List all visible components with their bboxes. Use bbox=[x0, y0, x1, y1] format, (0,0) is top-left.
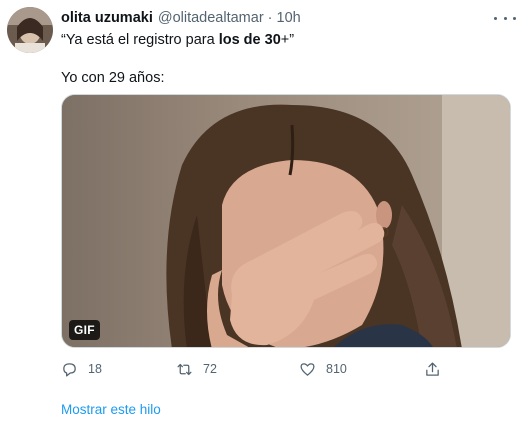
tweet-header: olita uzumaki @olitadealtamar · 10h bbox=[61, 10, 301, 28]
avatar[interactable] bbox=[7, 7, 53, 53]
tweet-card[interactable]: olita uzumaki @olitadealtamar · 10h “Ya … bbox=[0, 0, 521, 427]
author-name[interactable]: olita uzumaki bbox=[61, 10, 153, 26]
tweet-text-line2: Yo con 29 años: bbox=[61, 70, 165, 86]
tweet-timestamp[interactable]: 10h bbox=[277, 10, 301, 26]
reply-icon bbox=[63, 362, 76, 377]
gif-frame bbox=[62, 95, 510, 347]
reply-count: 18 bbox=[88, 362, 102, 376]
gif-badge: GIF bbox=[69, 320, 100, 340]
retweet-icon bbox=[177, 363, 192, 375]
share-button[interactable] bbox=[424, 358, 441, 380]
separator-dot: · bbox=[267, 10, 273, 26]
like-count: 810 bbox=[326, 362, 347, 376]
more-options-icon[interactable] bbox=[494, 12, 516, 24]
text-segment: +” bbox=[280, 32, 295, 48]
text-segment: “Ya está el registro para bbox=[61, 32, 219, 48]
like-button[interactable]: 810 bbox=[299, 358, 347, 380]
retweet-button[interactable]: 72 bbox=[176, 358, 217, 380]
retweet-count: 72 bbox=[203, 362, 217, 376]
text-segment-bold: los de 30 bbox=[218, 32, 281, 48]
tweet-text-line1: “Ya está el registro para los de 30+” bbox=[61, 31, 501, 50]
tweet-actions: 18 72 810 bbox=[61, 358, 461, 380]
show-thread-link[interactable]: Mostrar este hilo bbox=[61, 402, 161, 417]
tweet-text: “Ya está el registro para los de 30+” Yo… bbox=[61, 31, 501, 88]
heart-icon bbox=[300, 362, 315, 376]
tweet-media-gif[interactable]: GIF bbox=[61, 94, 511, 348]
reply-button[interactable]: 18 bbox=[61, 358, 102, 380]
author-handle[interactable]: @olitadealtamar bbox=[158, 10, 264, 26]
share-icon bbox=[426, 361, 439, 376]
